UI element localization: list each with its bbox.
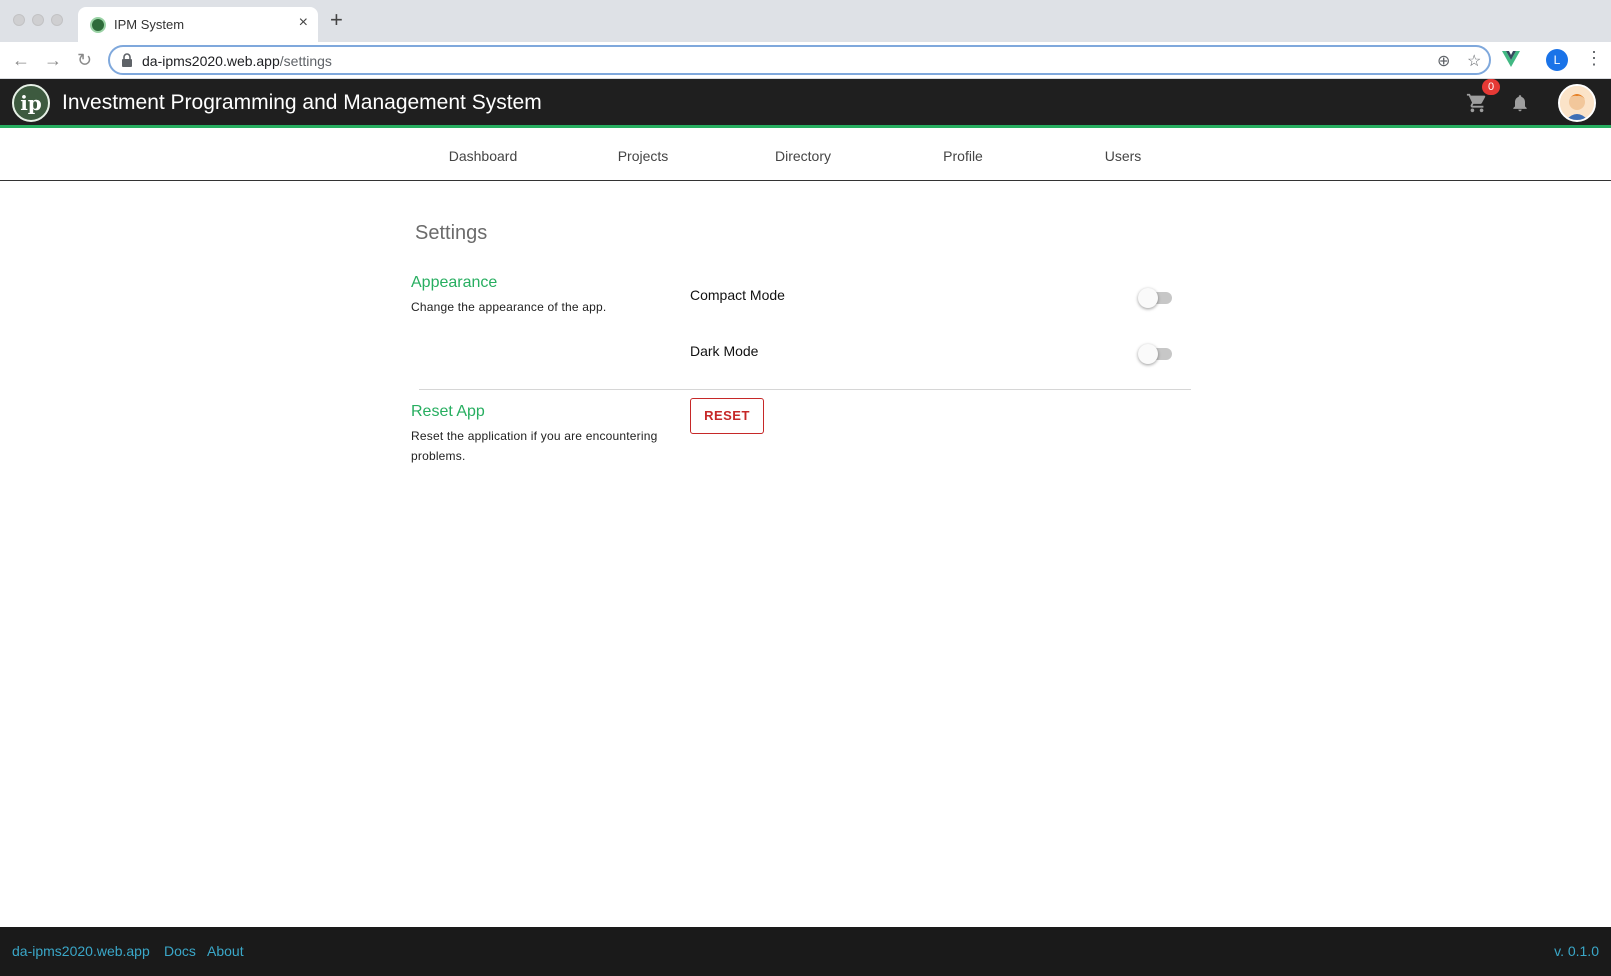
tab-favicon-icon [90,17,106,33]
nav-item-directory[interactable]: Directory [775,148,831,164]
dark-mode-thumb [1138,344,1158,364]
url-host: da-ipms2020.web.app [142,53,280,69]
bell-icon[interactable] [1510,92,1530,114]
zoom-icon[interactable]: ⊕ [1437,51,1450,71]
reset-section-description: Reset the application if you are encount… [411,429,658,463]
compact-mode-label: Compact Mode [690,287,785,303]
user-avatar[interactable] [1558,84,1596,122]
footer-link-about[interactable]: About [207,943,244,959]
browser-toolbar: ← → ↻ da-ipms2020.web.app/settings ⊕ ☆ L… [0,42,1611,79]
nav-item-profile[interactable]: Profile [943,148,983,164]
window-zoom-dot[interactable] [51,14,63,26]
forward-arrow-icon[interactable]: → [44,50,62,70]
address-bar[interactable]: da-ipms2020.web.app/settings ⊕ ☆ [108,45,1491,75]
dark-mode-toggle[interactable] [1138,343,1172,364]
reload-icon[interactable]: ↻ [77,50,92,70]
section-divider [419,389,1191,390]
compact-mode-thumb [1138,288,1158,308]
cart-count-badge: 0 [1482,79,1500,95]
tab-title: IPM System [114,17,185,32]
tab-close-icon[interactable]: × [299,14,308,32]
window-close-dot[interactable] [13,14,25,26]
user-avatar-icon [1560,86,1594,120]
app-version: v. 0.1.0 [1554,943,1599,959]
nav-item-users[interactable]: Users [1105,148,1142,164]
window-minimize-dot[interactable] [32,14,44,26]
url-path: /settings [279,53,332,69]
appearance-section-title: Appearance [411,274,498,291]
appearance-section-description: Change the appearance of the app. [411,300,607,314]
browser-tab[interactable]: IPM System × [78,7,318,42]
browser-profile-avatar[interactable]: L [1546,49,1568,71]
dark-mode-label: Dark Mode [690,343,759,359]
reset-button[interactable]: RESET [690,398,764,434]
browser-tabstrip: IPM System × + [0,0,1611,42]
lock-icon [122,53,132,67]
reset-section-title: Reset App [411,403,485,420]
bookmark-star-icon[interactable]: ☆ [1467,51,1481,71]
vue-devtools-icon[interactable] [1502,51,1520,67]
cart-icon[interactable] [1466,92,1488,114]
app-header: ip Investment Programming and Management… [0,79,1611,128]
compact-mode-toggle[interactable] [1138,287,1172,308]
back-arrow-icon[interactable]: ← [12,50,30,70]
app-logo[interactable]: ip [12,84,50,122]
app-footer: da-ipms2020.web.app Docs About v. 0.1.0 [0,927,1611,976]
new-tab-icon[interactable]: + [330,9,343,31]
url-text: da-ipms2020.web.app/settings [142,53,332,69]
main-nav: Dashboard Projects Directory Profile Use… [0,131,1611,181]
browser-menu-icon[interactable]: ⋮ [1585,48,1603,69]
page-title: Settings [415,222,488,244]
footer-link-home[interactable]: da-ipms2020.web.app [12,943,150,959]
nav-item-projects[interactable]: Projects [618,148,669,164]
app-title: Investment Programming and Management Sy… [62,91,542,114]
footer-link-docs[interactable]: Docs [164,943,196,959]
nav-item-dashboard[interactable]: Dashboard [449,148,518,164]
